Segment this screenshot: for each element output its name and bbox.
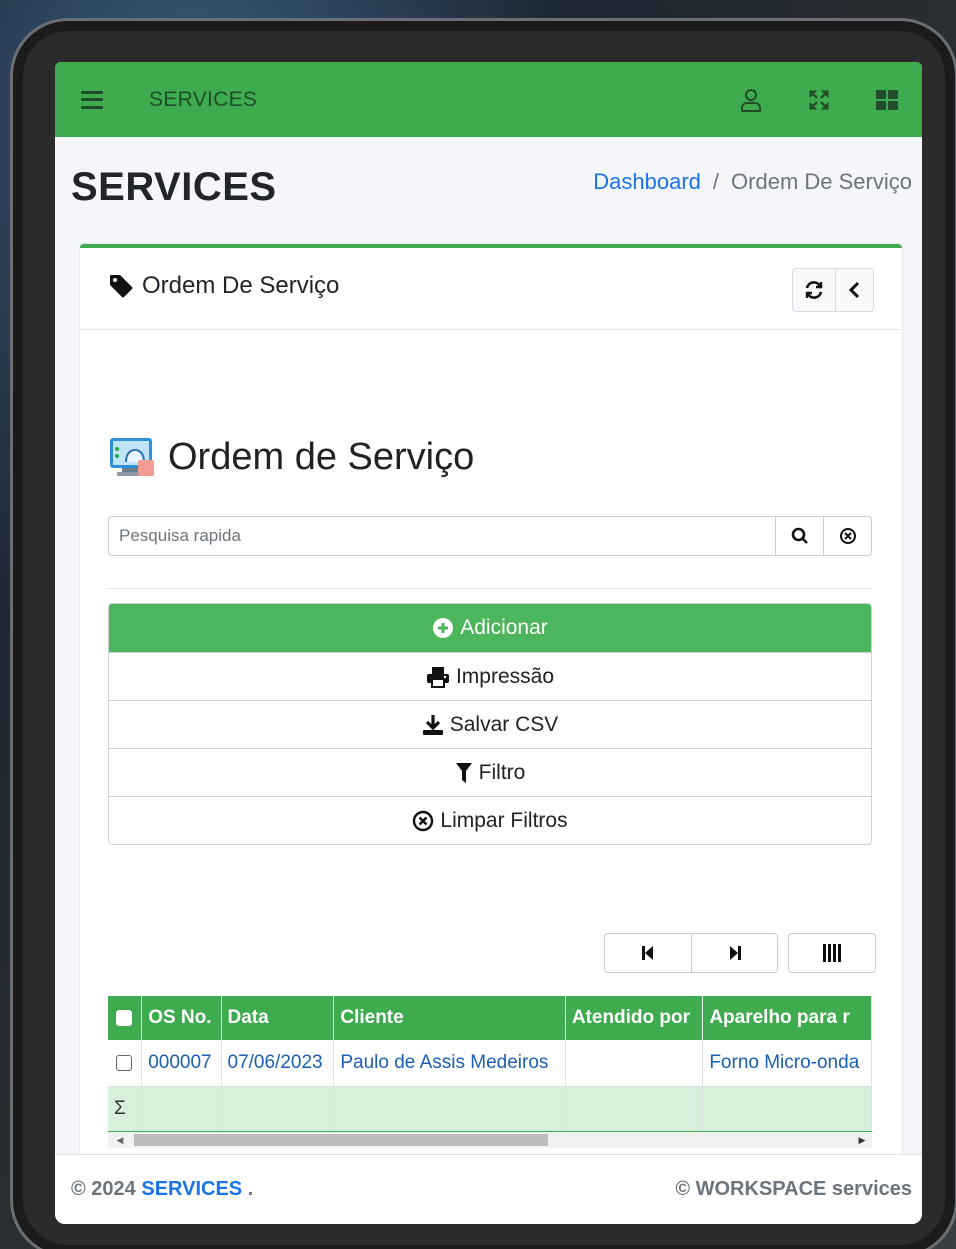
clear-filters-button-label: Limpar Filtros: [440, 808, 568, 832]
page-header: SERVICES Dashboard / Ordem De Serviço: [55, 137, 922, 245]
clear-filters-button[interactable]: Limpar Filtros: [109, 796, 871, 844]
filter-icon: [455, 762, 472, 783]
apps-grid-icon[interactable]: [874, 87, 900, 113]
breadcrumb-dashboard-link[interactable]: Dashboard: [593, 169, 701, 195]
search-input[interactable]: [109, 517, 775, 555]
filter-button-label: Filtro: [478, 760, 526, 784]
sum-symbol: Σ: [108, 1086, 143, 1134]
tag-icon: [110, 275, 133, 298]
app-screen: SERVICES SERVICES Dashboard / Ordem De S…: [55, 62, 922, 1224]
footer-left: © 2024 SERVICES .: [71, 1178, 253, 1201]
last-page-icon[interactable]: [691, 934, 777, 972]
sum-cell: [221, 1086, 335, 1134]
print-button[interactable]: Impressão: [109, 652, 871, 700]
column-header[interactable]: Cliente: [333, 996, 566, 1040]
footer-suffix: .: [247, 1178, 254, 1200]
row-select-cell: [108, 1040, 143, 1087]
footer-right: © WORKSPACE services: [675, 1178, 912, 1200]
download-icon: [422, 714, 443, 735]
sum-cell: [702, 1086, 872, 1134]
sum-row: Σ: [108, 1086, 872, 1134]
row-checkbox[interactable]: [116, 1054, 132, 1071]
save-csv-button[interactable]: Salvar CSV: [109, 700, 871, 748]
divider: [108, 588, 872, 589]
save-csv-button-label: Salvar CSV: [449, 712, 559, 736]
refresh-icon[interactable]: [793, 269, 835, 311]
chevron-left-icon[interactable]: [835, 269, 873, 311]
card-tools: [792, 268, 874, 312]
breadcrumb: Dashboard / Ordem De Serviço: [593, 169, 912, 195]
device-link[interactable]: Forno Micro-onda: [702, 1040, 872, 1087]
service-order-card: Ordem De Serviço Ordem de Serviço Pesqui…: [80, 244, 902, 1204]
card-title: Ordem De Serviço: [108, 272, 339, 300]
scroll-right-icon[interactable]: ▶: [854, 1132, 870, 1148]
top-navbar: SERVICES: [55, 62, 922, 137]
table-row: 000007 07/06/2023 Paulo de Assis Medeiro…: [108, 1040, 872, 1087]
navbar-brand[interactable]: SERVICES: [149, 88, 257, 112]
select-all-checkbox[interactable]: [116, 1009, 132, 1026]
app-title-text: Ordem de Serviço: [168, 435, 475, 478]
app-title: Ordem de Serviço: [108, 434, 474, 480]
clear-circle-icon: [413, 810, 434, 831]
column-header[interactable]: OS No.: [141, 996, 222, 1040]
footer: © 2024 SERVICES . © WORKSPACE services: [55, 1154, 922, 1224]
column-header[interactable]: Atendido por: [565, 996, 704, 1040]
horizontal-scrollbar[interactable]: ◀ ▶: [108, 1132, 872, 1148]
footer-brand-link[interactable]: SERVICES: [141, 1178, 242, 1200]
breadcrumb-separator: /: [712, 169, 720, 194]
search-icon[interactable]: [775, 517, 823, 555]
menu-icon[interactable]: [81, 90, 103, 109]
table-pager: [604, 933, 876, 973]
scroll-left-icon[interactable]: ◀: [112, 1132, 128, 1148]
add-button[interactable]: Adicionar: [109, 604, 871, 652]
quick-search: [108, 516, 872, 556]
page-title: SERVICES: [71, 165, 277, 209]
footer-copyright: © 2024: [71, 1178, 136, 1200]
card-header: Ordem De Serviço: [80, 248, 902, 330]
service-orders-table: OS No. Data Cliente Atendido por Aparelh…: [108, 996, 872, 1134]
clear-search-icon[interactable]: [823, 517, 871, 555]
table-header-row: OS No. Data Cliente Atendido por Aparelh…: [108, 996, 872, 1040]
sum-cell: [141, 1086, 222, 1134]
filter-button[interactable]: Filtro: [109, 748, 871, 796]
columns-group: [788, 933, 876, 973]
column-header[interactable]: Aparelho para r: [702, 996, 872, 1040]
columns-icon[interactable]: [789, 934, 875, 972]
pager-nav-group: [604, 933, 778, 973]
select-all-header: [108, 996, 143, 1040]
first-page-icon[interactable]: [605, 934, 691, 972]
user-icon[interactable]: [738, 87, 764, 113]
attended-by-cell: [565, 1040, 704, 1087]
plus-circle-icon: [433, 618, 454, 638]
action-buttons: Adicionar Impressão Salvar CSV Filtro Li…: [108, 603, 872, 845]
add-button-label: Adicionar: [460, 616, 548, 639]
print-icon: [426, 666, 449, 688]
breadcrumb-current: Ordem De Serviço: [731, 169, 912, 194]
date-link[interactable]: 07/06/2023: [221, 1040, 335, 1087]
print-button-label: Impressão: [455, 664, 555, 688]
column-header[interactable]: Data: [221, 996, 335, 1040]
sum-cell: [565, 1086, 704, 1134]
fullscreen-icon[interactable]: [806, 87, 832, 113]
card-title-text: Ordem De Serviço: [142, 272, 340, 299]
os-number-link[interactable]: 000007: [141, 1040, 222, 1087]
scroll-thumb[interactable]: [134, 1134, 548, 1146]
client-link[interactable]: Paulo de Assis Medeiros: [333, 1040, 566, 1087]
sum-cell: [333, 1086, 566, 1134]
service-order-app-icon: [110, 438, 154, 476]
